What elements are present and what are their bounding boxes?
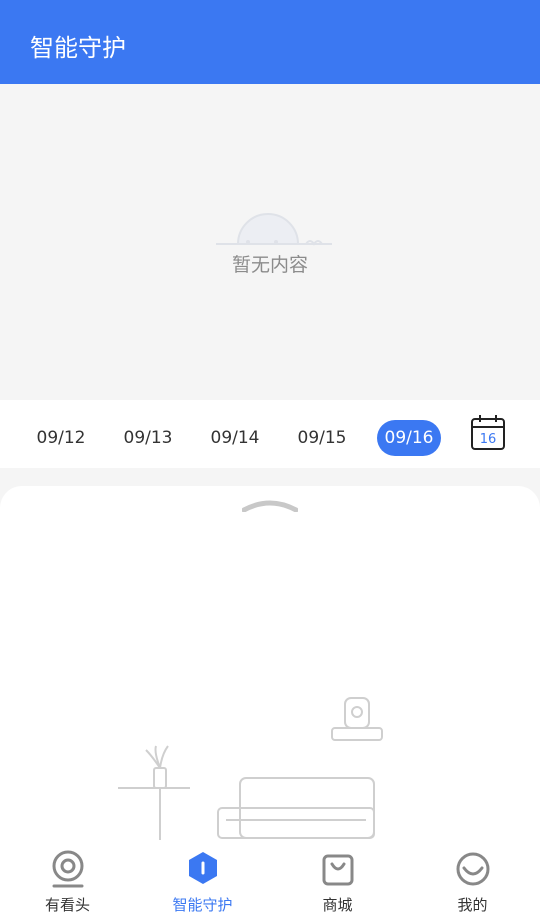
chevron-up-icon[interactable] bbox=[242, 496, 298, 512]
shield-icon bbox=[188, 852, 217, 884]
tab-mall[interactable]: 商城 bbox=[270, 846, 405, 924]
camera-icon bbox=[52, 850, 83, 888]
date-selector: 09/12 09/13 09/14 09/15 09/16 bbox=[0, 400, 540, 468]
tab-label: 有看头 bbox=[44, 896, 90, 914]
room-illustration bbox=[118, 697, 383, 840]
tab-label: 我的 bbox=[457, 896, 488, 914]
shopping-bag-icon bbox=[322, 854, 353, 886]
date-chip[interactable]: 09/15 bbox=[286, 420, 358, 456]
tab-home[interactable]: 有看头 bbox=[0, 846, 135, 924]
date-chip[interactable]: 09/13 bbox=[112, 420, 184, 456]
calendar-icon[interactable]: 16 bbox=[470, 414, 506, 452]
app-header: 智能守护 bbox=[0, 0, 540, 84]
date-chip[interactable]: 09/12 bbox=[25, 420, 97, 456]
tab-label: 商城 bbox=[322, 896, 353, 914]
bottom-tab-bar: 有看头 智能守护 商城 我的 bbox=[0, 846, 540, 924]
tab-label: 智能守护 bbox=[172, 896, 233, 914]
tab-smart-guard[interactable]: 智能守护 bbox=[135, 846, 270, 924]
empty-state: 暂无内容 bbox=[0, 84, 540, 400]
tab-me[interactable]: 我的 bbox=[405, 846, 540, 924]
date-chip-selected[interactable]: 09/16 bbox=[377, 420, 441, 456]
page-title: 智能守护 bbox=[30, 34, 126, 62]
date-chip[interactable]: 09/14 bbox=[199, 420, 271, 456]
empty-state-text: 暂无内容 bbox=[231, 254, 308, 276]
calendar-day: 16 bbox=[480, 432, 497, 447]
smile-icon bbox=[456, 852, 489, 886]
empty-illustration-icon bbox=[216, 213, 332, 246]
